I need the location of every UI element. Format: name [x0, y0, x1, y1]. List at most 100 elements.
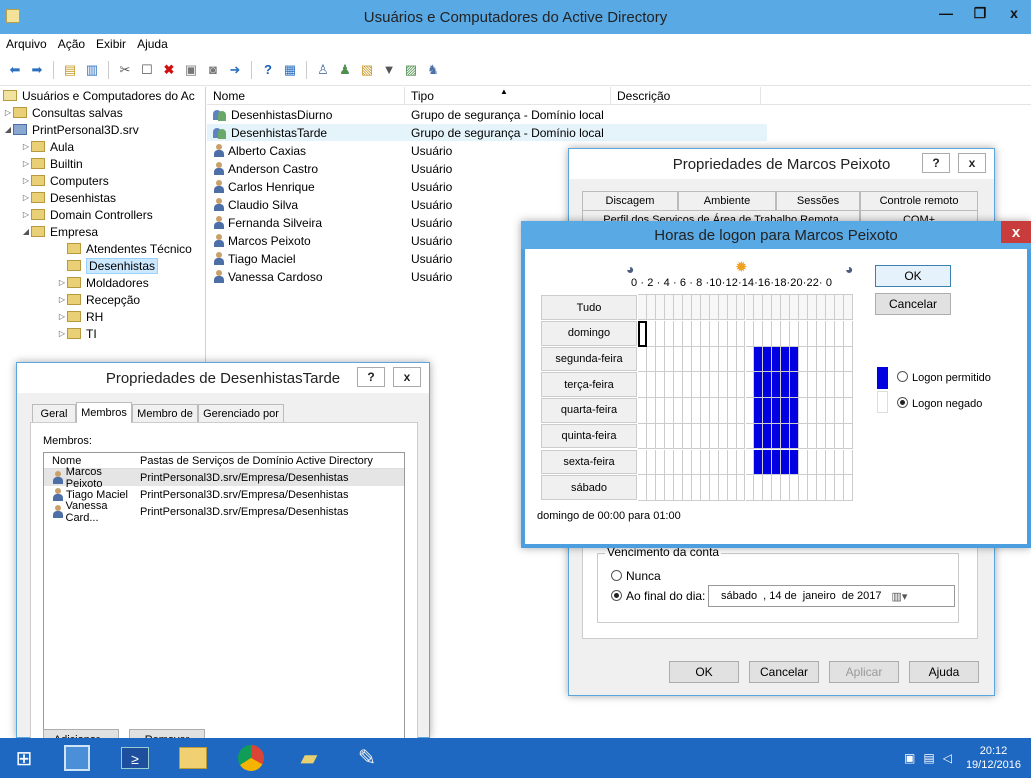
hour-cell[interactable]: [682, 321, 692, 347]
hour-cell[interactable]: [682, 475, 692, 501]
hour-header-cell[interactable]: [835, 294, 845, 320]
hour-cell[interactable]: [763, 475, 773, 501]
hour-cell[interactable]: [709, 398, 719, 424]
hour-cell[interactable]: [664, 346, 674, 373]
hour-cell[interactable]: [790, 398, 800, 424]
collapse-arrow-icon[interactable]: ◢: [3, 125, 13, 134]
hour-cell[interactable]: [763, 372, 773, 399]
hour-cell[interactable]: [655, 475, 665, 501]
cut-icon[interactable]: ✂: [116, 61, 134, 79]
expand-arrow-icon[interactable]: ▷: [21, 193, 31, 202]
hour-cell[interactable]: [763, 346, 773, 373]
taskbar-chrome[interactable]: [222, 738, 280, 778]
tab-geral[interactable]: Geral: [32, 404, 76, 423]
find-icon[interactable]: ▨: [402, 61, 420, 79]
taskbar-books[interactable]: ▰: [280, 738, 338, 778]
hour-cell[interactable]: [799, 321, 809, 347]
hour-header-cell[interactable]: [817, 294, 827, 320]
expand-arrow-icon[interactable]: ▷: [57, 312, 67, 321]
hour-cell[interactable]: [655, 372, 665, 399]
hour-cell[interactable]: [691, 346, 701, 373]
hour-cell[interactable]: [835, 398, 845, 424]
hour-header-cell[interactable]: [638, 294, 647, 320]
hour-header-cell[interactable]: [655, 294, 665, 320]
hour-cell[interactable]: [718, 346, 728, 373]
hour-cell[interactable]: [700, 475, 710, 501]
cancel-button[interactable]: Cancelar: [875, 293, 951, 315]
hour-cell[interactable]: [817, 423, 827, 450]
hour-cell[interactable]: [646, 398, 656, 424]
hour-cell[interactable]: [718, 398, 728, 424]
tab-sessoes[interactable]: Sessões: [776, 191, 860, 210]
hour-cell[interactable]: [808, 372, 818, 399]
menu-exibir[interactable]: Exibir: [96, 37, 126, 51]
hour-cell[interactable]: [673, 423, 683, 450]
new-ou-icon[interactable]: ▧: [358, 61, 376, 79]
hour-cell[interactable]: [844, 423, 853, 450]
hour-header-cell[interactable]: [781, 294, 791, 320]
day-button-4[interactable]: quinta-feira: [541, 423, 637, 449]
hour-cell[interactable]: [646, 475, 656, 501]
hour-cell[interactable]: [844, 398, 853, 424]
hour-cell[interactable]: [727, 321, 737, 347]
hour-cell[interactable]: [700, 372, 710, 399]
hour-cell[interactable]: [844, 346, 853, 373]
col-header-type[interactable]: Tipo ▲: [405, 87, 611, 105]
tree-item-builtin[interactable]: ▷ Builtin: [0, 155, 205, 172]
expand-arrow-icon[interactable]: ▷: [21, 159, 31, 168]
hour-cell[interactable]: [638, 475, 647, 501]
delete-icon[interactable]: ✖: [160, 61, 178, 79]
hour-cell[interactable]: [781, 449, 791, 476]
hour-cell[interactable]: [808, 423, 818, 450]
tree-domain[interactable]: ◢ PrintPersonal3D.srv: [0, 121, 205, 138]
tree-item-ti[interactable]: ▷ TI: [0, 325, 205, 342]
tab-controle-remoto[interactable]: Controle remoto: [860, 191, 978, 210]
tree-root[interactable]: Usuários e Computadores do Ac: [0, 87, 205, 104]
new-user-icon[interactable]: ♙: [314, 61, 332, 79]
hour-cell[interactable]: [808, 449, 818, 476]
day-button-0[interactable]: domingo: [541, 321, 637, 346]
tab-membros[interactable]: Membros: [76, 402, 132, 423]
close-button[interactable]: x: [1001, 221, 1031, 243]
new-group-icon[interactable]: ♟: [336, 61, 354, 79]
tree-item-moldadores[interactable]: ▷ Moldadores: [0, 274, 205, 291]
expiry-date-picker[interactable]: sábado , 14 de janeiro de 2017 ▥▾: [708, 585, 955, 607]
hour-cell[interactable]: [772, 321, 782, 347]
tab-ambiente[interactable]: Ambiente: [678, 191, 776, 210]
hour-cell[interactable]: [709, 449, 719, 476]
hour-header-cell[interactable]: [772, 294, 782, 320]
hour-header-cell[interactable]: [691, 294, 701, 320]
hour-cell[interactable]: [817, 398, 827, 424]
hour-header-cell[interactable]: [754, 294, 764, 320]
filter-icon[interactable]: ▼: [380, 61, 398, 79]
hour-cell[interactable]: [646, 372, 656, 399]
hour-cell[interactable]: [763, 321, 773, 347]
hour-header-cell[interactable]: [673, 294, 683, 320]
hour-header-cell[interactable]: [790, 294, 800, 320]
hour-cell[interactable]: [844, 475, 853, 501]
hour-cell[interactable]: [745, 346, 755, 373]
properties-icon[interactable]: ▣: [182, 61, 200, 79]
hour-cell[interactable]: [646, 423, 656, 450]
tree-item-atendentes[interactable]: Atendentes Técnico: [0, 240, 205, 257]
ok-button[interactable]: OK: [875, 265, 951, 287]
expand-arrow-icon[interactable]: ▷: [57, 329, 67, 338]
hour-cell[interactable]: [700, 346, 710, 373]
hour-cell[interactable]: [826, 372, 836, 399]
menu-ajuda[interactable]: Ajuda: [137, 37, 168, 51]
day-button-6[interactable]: sábado: [541, 475, 637, 500]
end-of-day-radio[interactable]: Ao final do dia:: [611, 589, 705, 603]
hour-cell[interactable]: [638, 321, 647, 347]
hour-cell[interactable]: [781, 398, 791, 424]
hour-cell[interactable]: [718, 475, 728, 501]
hour-cell[interactable]: [727, 398, 737, 424]
close-button[interactable]: x: [393, 367, 421, 387]
hour-cell[interactable]: [664, 398, 674, 424]
taskbar-explorer[interactable]: [164, 738, 222, 778]
hour-cell[interactable]: [646, 449, 656, 476]
all-button[interactable]: Tudo: [541, 295, 637, 320]
hour-cell[interactable]: [826, 346, 836, 373]
hour-cell[interactable]: [691, 398, 701, 424]
hour-cell[interactable]: [682, 372, 692, 399]
close-button[interactable]: x: [958, 153, 986, 173]
